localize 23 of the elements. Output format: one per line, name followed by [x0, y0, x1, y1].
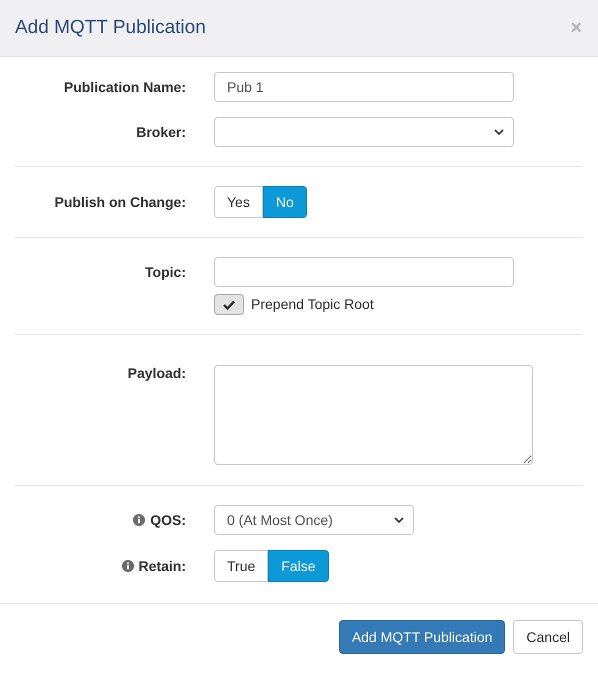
- check-icon: [223, 300, 235, 310]
- field-label: Publication Name:: [64, 78, 186, 96]
- field-label: Publish on Change:: [54, 192, 186, 212]
- toggle-option[interactable]: Yes: [214, 186, 263, 218]
- dialog-title: Add MQTT Publication: [15, 16, 206, 40]
- cancel-button[interactable]: Cancel: [513, 620, 583, 654]
- toggle-option[interactable]: True: [214, 550, 268, 582]
- field-label: QOS:: [150, 510, 186, 530]
- chevron-icon: [394, 517, 404, 523]
- chevron-icon: [494, 129, 504, 135]
- select-value: 0 (At Most Once): [227, 510, 333, 530]
- checkbox[interactable]: [214, 294, 244, 315]
- field-label: Topic:: [145, 262, 186, 282]
- checkbox-label: Prepend Topic Root: [251, 295, 374, 314]
- add-button[interactable]: Add MQTT Publication: [338, 620, 506, 654]
- field-label: Broker:: [136, 122, 186, 142]
- field-label: Retain:: [138, 556, 186, 576]
- payload-textarea[interactable]: [214, 365, 533, 465]
- field-label: Payload:: [128, 364, 186, 383]
- text-field[interactable]: [214, 257, 514, 287]
- text-field[interactable]: Pub 1: [214, 72, 514, 102]
- select-field[interactable]: [214, 117, 514, 147]
- select-field[interactable]: 0 (At Most Once): [214, 505, 414, 535]
